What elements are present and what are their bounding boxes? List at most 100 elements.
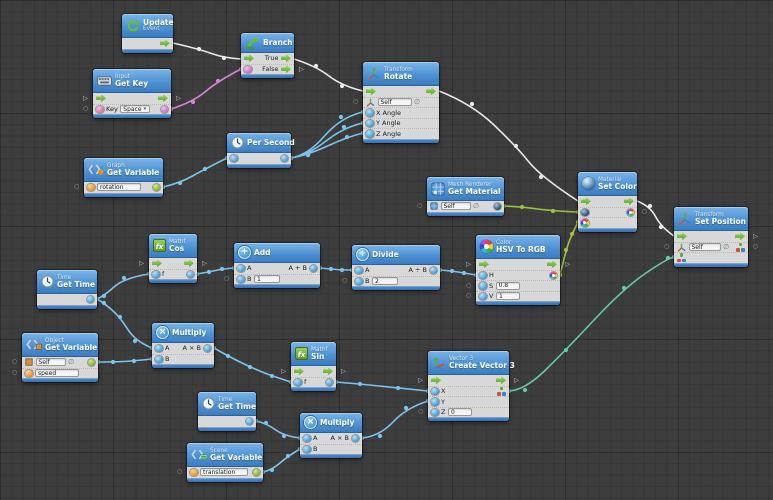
get-key-key-value-out[interactable] <box>161 106 169 114</box>
branch-unconnected-flow-stub[interactable]: ▷ <box>299 66 304 73</box>
node-add[interactable]: +AddAA + B○B1 <box>234 243 320 288</box>
divide-a-in[interactable] <box>355 267 363 275</box>
create-vector-3-flow-out[interactable] <box>496 376 506 384</box>
sin-unconnected-flow-stub[interactable]: ▷ <box>341 368 346 375</box>
scene-get-variable-variable-name-field[interactable]: translation <box>200 468 248 476</box>
branch-condition-in[interactable] <box>244 66 252 74</box>
create-vector-3-vector-out[interactable] <box>497 387 506 396</box>
update-event-flow-out[interactable] <box>160 39 170 47</box>
object-get-variable-name-in[interactable] <box>25 370 33 378</box>
set-position-position-in[interactable] <box>677 253 686 262</box>
hsv-to-rgb-v-in[interactable] <box>479 293 487 301</box>
object-get-variable-variable-name-field[interactable]: speed <box>35 369 79 377</box>
get-key-key-selector[interactable]: Space▾ <box>120 105 150 113</box>
hsv-to-rgb-rgb-out[interactable] <box>550 272 558 280</box>
object-get-variable-self-field[interactable]: Self <box>36 358 66 366</box>
add-sum-out[interactable] <box>310 265 318 273</box>
node-per-second[interactable]: Per Second <box>227 133 291 168</box>
set-position-position-out[interactable] <box>736 243 745 252</box>
set-position-unconnected-data-stub[interactable]: ○ <box>753 244 758 250</box>
node-graph-get-variable[interactable]: GraphGet Variable○rotation <box>84 158 163 197</box>
hsv-to-rgb-s-default-field[interactable]: 0.8 <box>496 282 520 290</box>
rotate-z-angle-in[interactable] <box>366 130 374 138</box>
set-position-flow-in[interactable] <box>677 232 687 240</box>
set-position-flow-out[interactable] <box>735 232 745 240</box>
add-a-in[interactable] <box>237 265 245 273</box>
node-scene-get-variable[interactable]: SceneGet Variable○translation <box>187 443 263 482</box>
set-color-flow-in[interactable] <box>581 197 591 205</box>
multiply-1-product-out[interactable] <box>204 345 212 353</box>
get-key-keycode-in[interactable] <box>96 106 104 114</box>
graph-canvas[interactable]: UpdateEventInputGet Key▷▷○KeySpace▾Branc… <box>0 0 773 500</box>
node-rotate[interactable]: TransformRotate○Self∅X AngleY AngleZ Ang… <box>363 62 439 143</box>
node-sin[interactable]: fxMathfSin▷▷f <box>291 342 336 391</box>
rotate-unconnected-data-stub[interactable]: ○ <box>353 99 358 105</box>
per-second-value-out[interactable] <box>281 155 289 163</box>
branch-false-out[interactable] <box>281 65 291 73</box>
create-vector-3-y-in[interactable] <box>431 398 439 406</box>
get-material-material-out[interactable] <box>494 203 502 211</box>
get-key-flow-in[interactable] <box>96 94 106 102</box>
create-vector-3-x-in[interactable] <box>431 388 439 396</box>
hsv-to-rgb-h-in[interactable] <box>479 272 487 280</box>
node-hsv-to-rgb[interactable]: ColorHSV To RGB▷▷H○S0.8○V1 <box>476 235 560 305</box>
get-material-self-field[interactable]: Self <box>441 202 471 210</box>
scene-get-variable-value-out[interactable] <box>253 469 261 477</box>
hsv-to-rgb-unconnected-flow-stub[interactable]: ▷ <box>565 261 570 268</box>
graph-get-variable-name-in[interactable] <box>87 184 95 192</box>
node-cos[interactable]: fxMathfCos▷▷f <box>149 234 197 283</box>
node-branch[interactable]: BranchTrue▷False <box>241 33 294 78</box>
per-second-value-in[interactable] <box>230 155 238 163</box>
set-position-self-field[interactable]: Self <box>689 243 721 251</box>
multiply-2-b-in[interactable] <box>303 446 311 454</box>
node-object-get-variable[interactable]: ObjectGet Variable○Self∅○speed <box>22 333 98 382</box>
node-set-position[interactable]: TransformSet Position▷○○Self∅ <box>674 207 748 267</box>
scene-get-variable-name-in[interactable] <box>190 469 198 477</box>
rotate-flow-out[interactable] <box>426 87 436 95</box>
node-multiply-2[interactable]: ×MultiplyAA × BB <box>300 413 362 458</box>
node-create-vector-3[interactable]: Vector 3Create Vector 3▷▷XY○Z0 <box>428 351 509 421</box>
hsv-to-rgb-unconnected-data-stub[interactable]: ○ <box>466 283 471 289</box>
create-vector-3-unconnected-flow-stub[interactable]: ▷ <box>514 377 519 384</box>
divide-b-default-field[interactable]: 2 <box>372 277 398 285</box>
sin-flow-out[interactable] <box>323 367 333 375</box>
set-color-material-in[interactable] <box>581 209 589 217</box>
hsv-to-rgb-flow-in[interactable] <box>479 260 489 268</box>
rotate-x-angle-in[interactable] <box>366 109 374 117</box>
set-position-unconnected-flow-stub[interactable]: ▷ <box>753 233 758 240</box>
get-material-unconnected-data-stub[interactable]: ○ <box>417 203 422 209</box>
set-position-unconnected-data-stub[interactable]: ○ <box>664 244 669 250</box>
multiply-2-a-in[interactable] <box>303 435 311 443</box>
rotate-y-angle-in[interactable] <box>366 120 374 128</box>
rotate-self-field[interactable]: Self <box>378 98 412 106</box>
sin-flow-in[interactable] <box>294 367 304 375</box>
cos-flow-in[interactable] <box>152 259 162 267</box>
set-color-color-in[interactable] <box>581 219 589 227</box>
hsv-to-rgb-flow-out[interactable] <box>547 260 557 268</box>
get-key-unconnected-flow-stub[interactable]: ▷ <box>176 95 181 102</box>
node-divide[interactable]: ÷DivideAA ÷ B○B2 <box>352 245 440 290</box>
get-key-unconnected-data-stub[interactable]: ○ <box>83 106 88 112</box>
graph-get-variable-value-out[interactable] <box>153 184 161 192</box>
get-key-unconnected-flow-stub[interactable]: ▷ <box>83 95 88 102</box>
node-get-material[interactable]: Mesh RendererGet Material○Self∅ <box>427 177 504 216</box>
divide-b-in[interactable] <box>355 278 363 286</box>
object-get-variable-unconnected-data-stub[interactable]: ○ <box>12 359 17 365</box>
branch-flow-in[interactable] <box>244 54 254 62</box>
node-set-color[interactable]: MaterialSet Color○ <box>578 172 637 232</box>
sin-unconnected-flow-stub[interactable]: ▷ <box>281 368 286 375</box>
cos-f-in[interactable] <box>152 271 160 279</box>
branch-true-out[interactable] <box>281 54 291 62</box>
scene-get-variable-unconnected-data-stub[interactable]: ○ <box>177 469 182 475</box>
set-color-unconnected-data-stub[interactable]: ○ <box>642 209 647 215</box>
get-time-2-time-out[interactable] <box>246 418 254 426</box>
multiply-1-a-in[interactable] <box>155 345 163 353</box>
set-color-flow-out[interactable] <box>624 197 634 205</box>
get-time-1-time-out[interactable] <box>87 296 95 304</box>
hsv-to-rgb-unconnected-data-stub[interactable]: ○ <box>466 293 471 299</box>
sin-f-in[interactable] <box>294 379 302 387</box>
get-key-flow-out[interactable] <box>158 94 168 102</box>
add-b-default-field[interactable]: 1 <box>254 275 280 283</box>
node-get-time-2[interactable]: TimeGet Time <box>198 392 256 431</box>
node-get-time-1[interactable]: TimeGet Time <box>37 270 97 309</box>
